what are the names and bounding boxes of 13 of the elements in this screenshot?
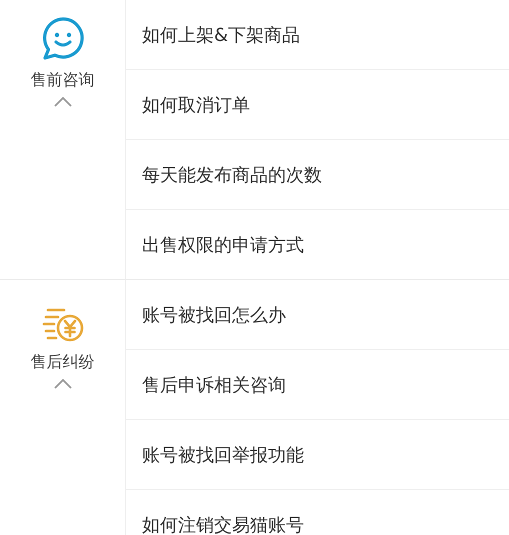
question-item[interactable]: 每天能发布商品的次数 (126, 140, 509, 210)
category-label: 售后纠纷 (30, 352, 94, 373)
question-item[interactable]: 出售权限的申请方式 (126, 210, 509, 279)
question-item[interactable]: 如何注销交易猫账号 (126, 490, 509, 535)
chevron-icon[interactable] (54, 379, 72, 389)
question-item[interactable]: 售后申诉相关咨询 (126, 350, 509, 420)
question-item[interactable]: 如何取消订单 (126, 70, 509, 140)
yuan-coin-icon (42, 308, 84, 344)
category-label: 售前咨询 (30, 70, 94, 91)
question-item[interactable]: 账号被找回怎么办 (126, 280, 509, 350)
question-item[interactable]: 如何上架&下架商品 (126, 0, 509, 70)
question-item[interactable]: 账号被找回举报功能 (126, 420, 509, 490)
chevron-icon[interactable] (54, 97, 72, 107)
